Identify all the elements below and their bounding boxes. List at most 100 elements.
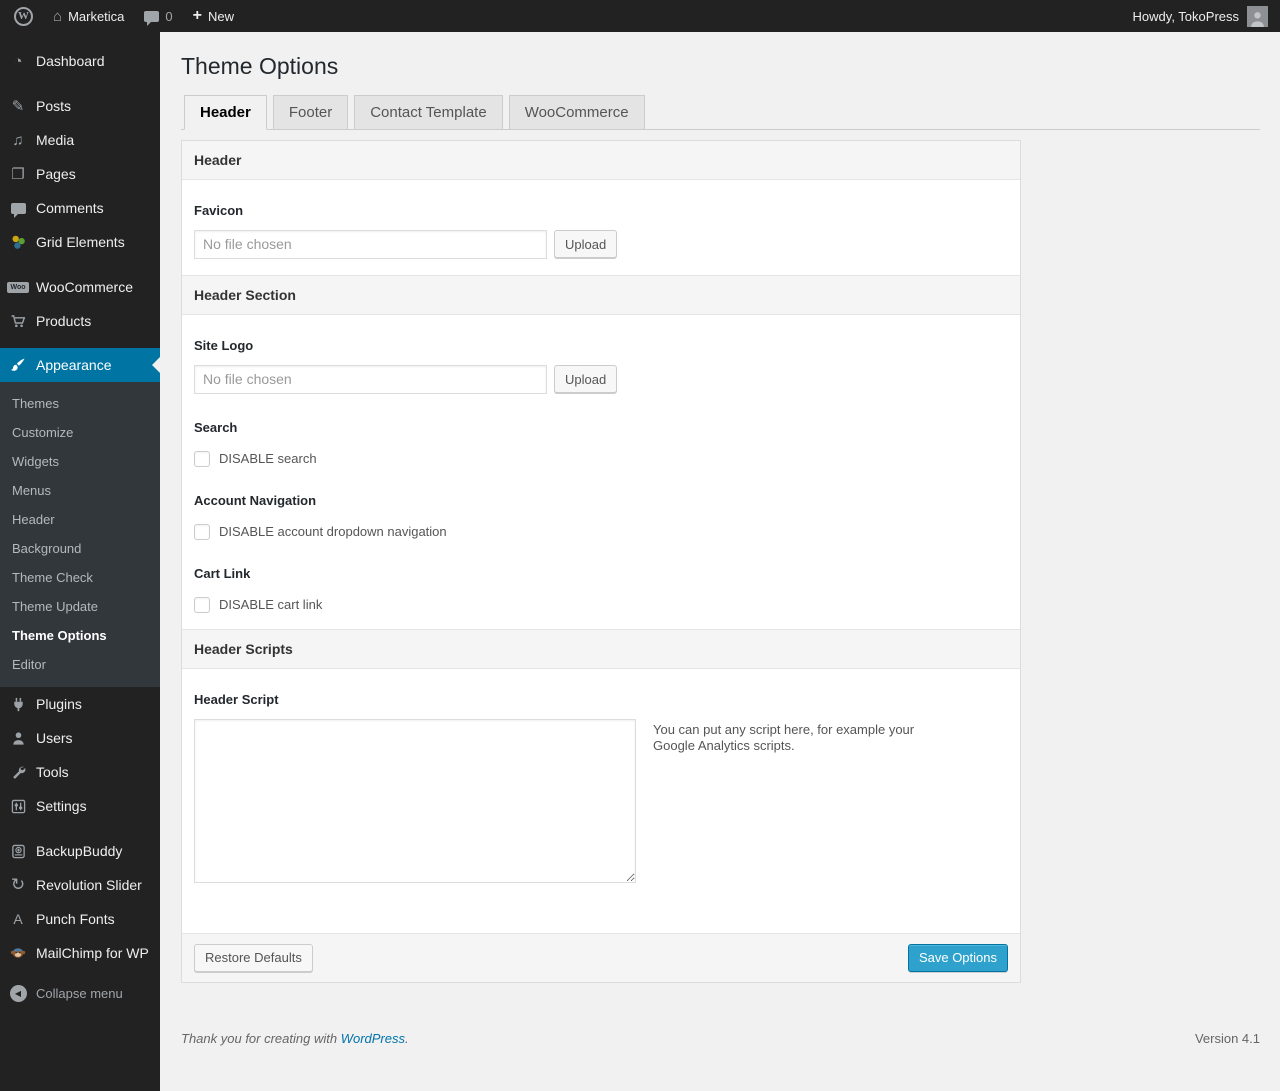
new-label: New <box>208 8 235 24</box>
sidebar-item-revolution-slider[interactable]: ↻ Revolution Slider <box>0 868 160 902</box>
sidebar-item-woocommerce[interactable]: Woo WooCommerce <box>0 270 160 304</box>
disable-cart-link-checkbox[interactable] <box>194 596 210 613</box>
submenu-item-widgets[interactable]: Widgets <box>0 447 160 476</box>
menu-separator <box>0 338 160 348</box>
cart-icon <box>0 313 36 329</box>
tab-header[interactable]: Header <box>184 94 267 130</box>
sidebar-item-label: Media <box>36 132 75 148</box>
content-area: Theme Options Header Footer Contact Temp… <box>160 32 1280 1091</box>
sidebar-item-settings[interactable]: Settings <box>0 789 160 823</box>
site-logo-label: Site Logo <box>194 337 254 353</box>
sidebar-item-label: Tools <box>36 764 69 780</box>
sidebar-item-posts[interactable]: ✎ Posts <box>0 89 160 123</box>
wordpress-link[interactable]: WordPress <box>341 1031 405 1046</box>
sidebar-item-backupbuddy[interactable]: BackupBuddy <box>0 834 160 868</box>
tab-contact-template[interactable]: Contact Template <box>354 94 503 130</box>
disable-cart-link-row: DISABLE cart link <box>194 596 1008 613</box>
sidebar-item-users[interactable]: Users <box>0 721 160 755</box>
sidebar-item-appearance[interactable]: Appearance <box>0 348 160 382</box>
restore-defaults-button[interactable]: Restore Defaults <box>194 943 313 972</box>
submenu-item-theme-check[interactable]: Theme Check <box>0 563 160 592</box>
sidebar-item-plugins[interactable]: Plugins <box>0 687 160 721</box>
cart-link-label: Cart Link <box>194 565 251 581</box>
sidebar-item-dashboard[interactable]: ◔ Dashboard <box>0 44 160 78</box>
plus-icon: + <box>192 7 202 24</box>
submenu-item-header[interactable]: Header <box>0 505 160 534</box>
my-account-menu[interactable]: Howdy, TokoPress <box>1123 0 1280 32</box>
letter-a-icon: A <box>13 911 23 927</box>
sidebar-item-pages[interactable]: ❐ Pages <box>0 157 160 191</box>
submenu-item-theme-update[interactable]: Theme Update <box>0 592 160 621</box>
sidebar-item-punch-fonts[interactable]: A Punch Fonts <box>0 902 160 936</box>
disable-search-row: DISABLE search <box>194 450 1008 467</box>
favicon-file-input[interactable] <box>194 229 547 259</box>
media-icon: ♫ <box>12 131 24 149</box>
section-body-header-section: Site Logo Upload Search DISABLE search A… <box>182 315 1020 629</box>
sidebar-item-label: Posts <box>36 98 72 114</box>
search-label: Search <box>194 419 238 435</box>
avatar <box>1247 5 1268 27</box>
comment-bubble-icon <box>0 202 36 218</box>
home-icon: ⌂ <box>53 7 63 25</box>
sidebar-item-comments[interactable]: Comments <box>0 191 160 225</box>
disable-account-nav-row: DISABLE account dropdown navigation <box>194 523 1008 540</box>
tab-woocommerce[interactable]: WooCommerce <box>508 94 645 130</box>
submenu-item-customize[interactable]: Customize <box>0 418 160 447</box>
site-logo-file-input[interactable] <box>194 364 547 394</box>
favicon-upload-button[interactable]: Upload <box>554 230 618 259</box>
submenu-item-themes[interactable]: Themes <box>0 389 160 418</box>
dashboard-icon: ◔ <box>13 52 23 70</box>
site-name: Marketica <box>68 8 125 24</box>
sidebar-item-media[interactable]: ♫ Media <box>0 123 160 157</box>
submenu-item-menus[interactable]: Menus <box>0 476 160 505</box>
sidebar-item-label: Appearance <box>36 357 112 373</box>
disable-account-nav-checkbox[interactable] <box>194 523 210 540</box>
user-icon <box>0 731 36 746</box>
sidebar-item-tools[interactable]: Tools <box>0 755 160 789</box>
admin-sidebar: ◔ Dashboard ✎ Posts ♫ Media ❐ Pages Comm… <box>0 32 160 1091</box>
header-script-textarea[interactable] <box>194 718 636 883</box>
section-header-header-scripts: Header Scripts <box>182 628 1020 669</box>
footer-version: Version 4.1 <box>1194 1030 1260 1046</box>
new-content-menu[interactable]: + New <box>183 0 244 32</box>
section-header-header: Header <box>182 140 1020 180</box>
paintbrush-icon <box>0 357 36 373</box>
site-logo-file-row: Upload <box>194 364 1008 394</box>
sidebar-item-label: WooCommerce <box>36 279 133 295</box>
submenu-item-theme-options[interactable]: Theme Options <box>0 621 160 650</box>
tab-footer[interactable]: Footer <box>272 94 349 130</box>
favicon-label: Favicon <box>194 202 244 218</box>
disable-account-nav-label: DISABLE account dropdown navigation <box>219 524 447 540</box>
site-link[interactable]: ⌂ Marketica <box>43 0 134 32</box>
sliders-icon <box>0 799 36 814</box>
wrench-icon <box>0 765 36 780</box>
site-logo-upload-button[interactable]: Upload <box>554 365 618 394</box>
sidebar-item-products[interactable]: Products <box>0 304 160 338</box>
backup-icon <box>0 844 36 859</box>
collapse-menu-label: Collapse menu <box>36 985 123 1001</box>
sidebar-item-label: Plugins <box>36 696 82 712</box>
header-script-help-text: You can put any script here, for example… <box>653 721 915 753</box>
admin-bar: W ⌂ Marketica 0 + New Howdy, TokoPress <box>0 0 1280 32</box>
save-options-button[interactable]: Save Options <box>907 943 1008 972</box>
footer-thanks-prefix: Thank you for creating with <box>181 1030 338 1046</box>
menu-separator <box>0 78 160 89</box>
sidebar-item-label: Pages <box>36 166 76 182</box>
sidebar-item-label: MailChimp for WP <box>36 945 149 961</box>
refresh-icon: ↻ <box>10 875 26 894</box>
disable-search-checkbox[interactable] <box>194 450 210 467</box>
submenu-item-background[interactable]: Background <box>0 534 160 563</box>
submenu-item-editor[interactable]: Editor <box>0 650 160 679</box>
wp-logo-menu[interactable]: W <box>0 0 43 32</box>
page-title: Theme Options <box>181 53 339 79</box>
appearance-submenu: Themes Customize Widgets Menus Header Ba… <box>0 382 160 687</box>
plug-icon <box>0 697 36 712</box>
sidebar-item-label: Users <box>36 730 73 746</box>
sidebar-item-label: Revolution Slider <box>36 877 142 893</box>
sidebar-item-grid-elements[interactable]: Grid Elements <box>0 225 160 259</box>
pushpin-icon: ✎ <box>11 98 25 115</box>
collapse-menu-button[interactable]: ◀ Collapse menu <box>0 976 160 1010</box>
comments-shortcut[interactable]: 0 <box>134 0 182 32</box>
comment-bubble-icon <box>144 10 160 26</box>
sidebar-item-mailchimp[interactable]: MailChimp for WP <box>0 936 160 970</box>
